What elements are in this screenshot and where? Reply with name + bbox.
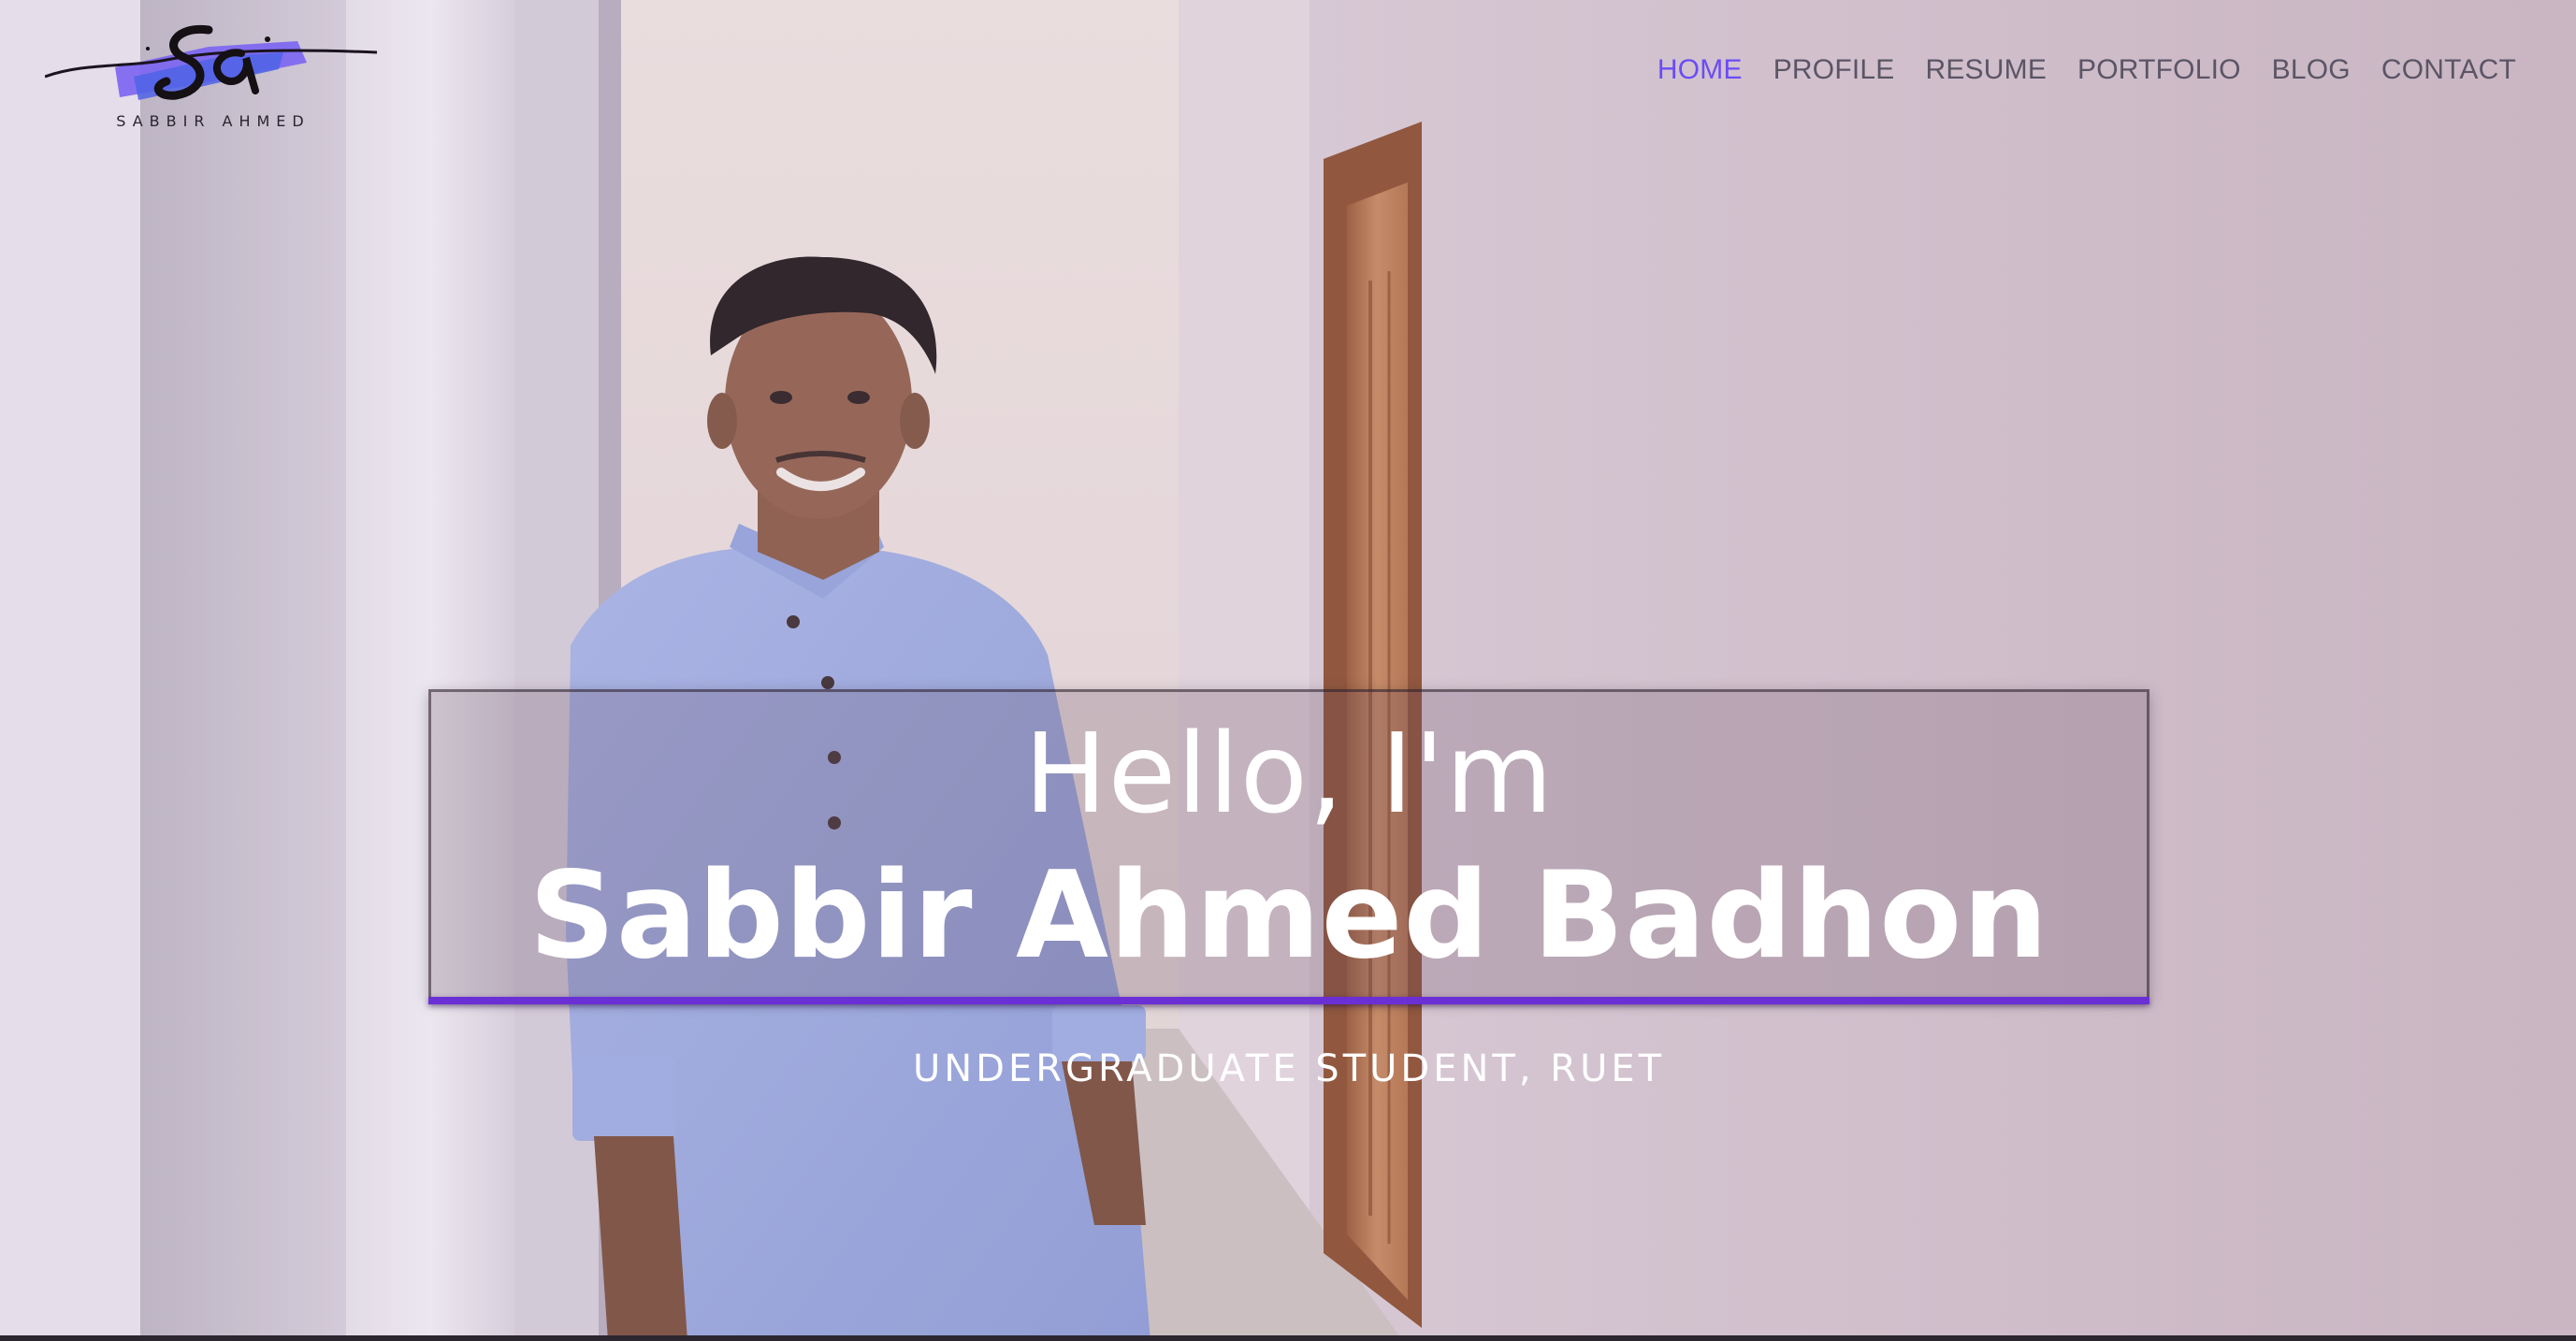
logo-text: SABBIR AHMED: [116, 112, 311, 130]
nav-item-profile[interactable]: PROFILE: [1773, 54, 1895, 86]
hero-section: SABBIR AHMED HOME PROFILE RESUME PORTFOL…: [0, 0, 2576, 1341]
main-nav: HOME PROFILE RESUME PORTFOLIO BLOG CONTA…: [1627, 54, 2516, 86]
nav-item-resume[interactable]: RESUME: [1925, 54, 2047, 86]
nav-item-contact[interactable]: CONTACT: [2381, 54, 2516, 86]
nav-item-blog[interactable]: BLOG: [2272, 54, 2351, 86]
bottom-border: [0, 1335, 2576, 1341]
hero-title-underline: [428, 997, 2149, 1004]
hero-background-photo: [0, 0, 2576, 1341]
site-logo[interactable]: SABBIR AHMED: [45, 11, 382, 133]
nav-item-home[interactable]: HOME: [1657, 54, 1743, 86]
signature-logo-icon: [45, 24, 378, 100]
hero-name: Sabbir Ahmed Badhon: [528, 846, 2049, 986]
nav-item-portfolio[interactable]: PORTFOLIO: [2077, 54, 2241, 86]
hero-tagline: UNDERGRADUATE STUDENT, RUET: [912, 1047, 1666, 1090]
hero-greeting: Hello, I'm: [1023, 709, 1555, 838]
